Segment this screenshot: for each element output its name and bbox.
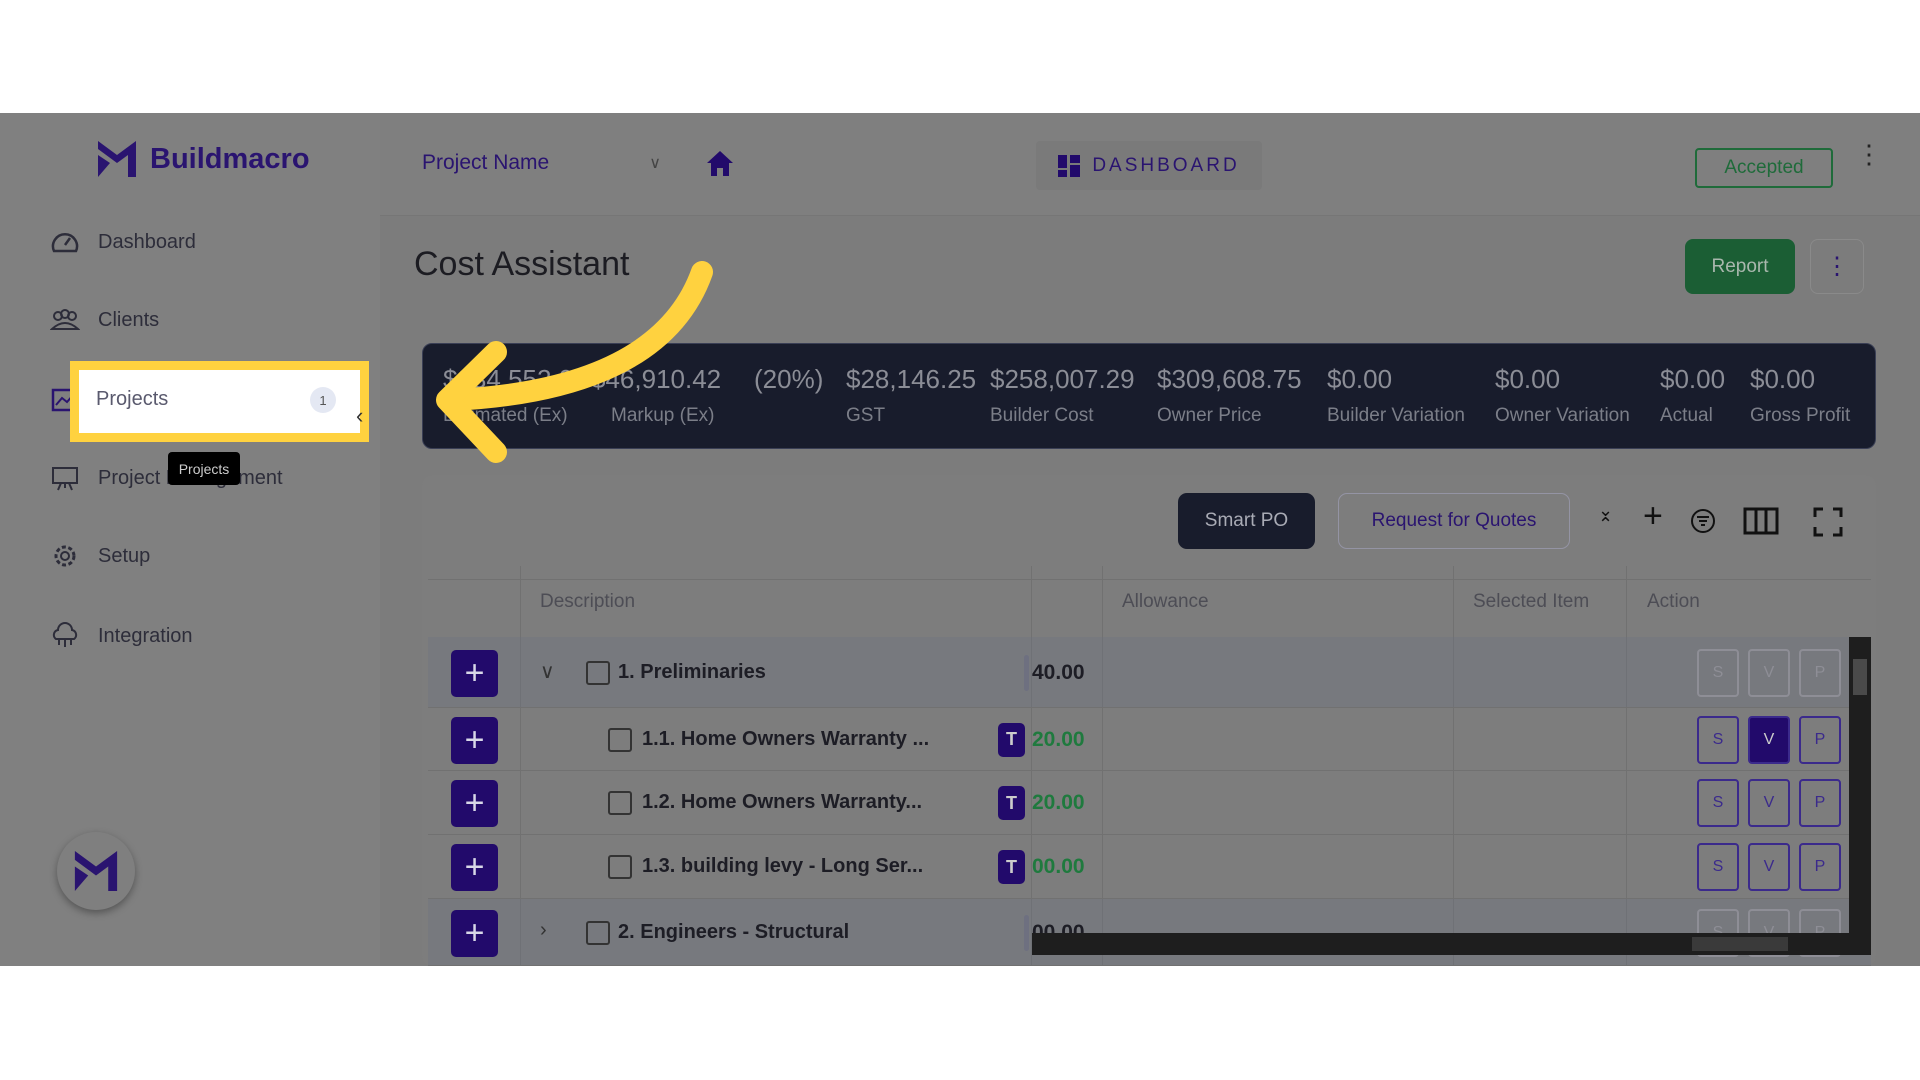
annotation-arrow xyxy=(436,261,713,463)
arrow-shaft xyxy=(441,261,713,411)
